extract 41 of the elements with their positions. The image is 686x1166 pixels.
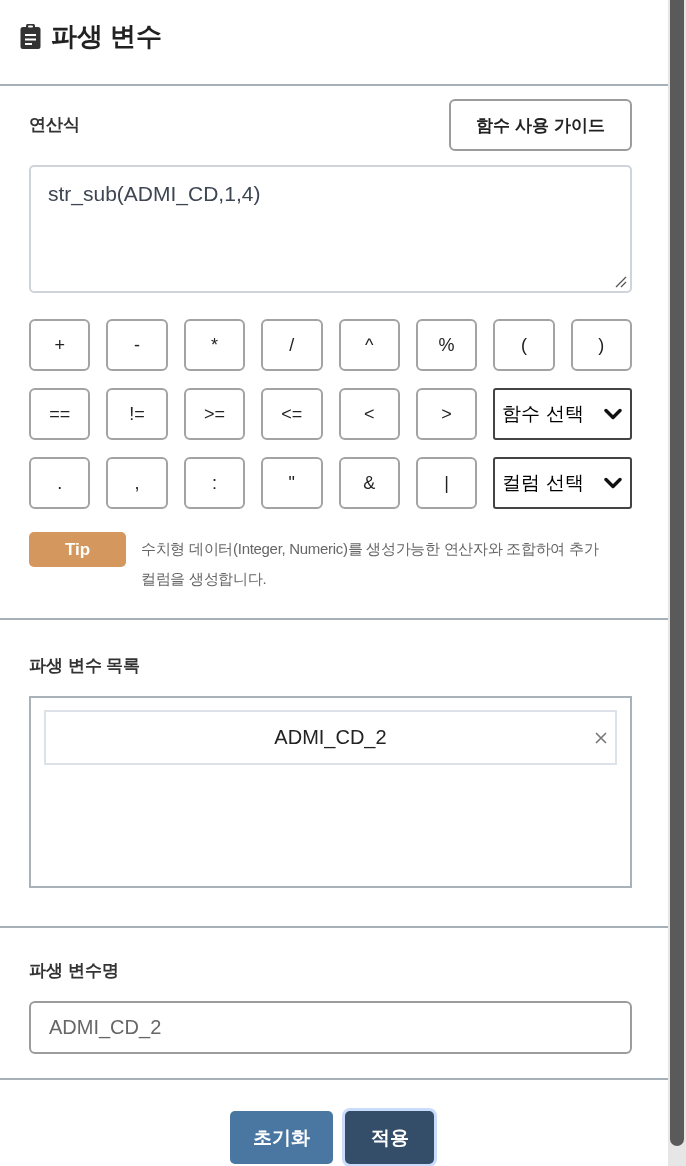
operator-key[interactable]: " (261, 457, 323, 509)
variable-name-input[interactable]: ADMI_CD_2 (29, 1001, 632, 1054)
tip-badge: Tip (29, 532, 126, 567)
operator-key[interactable]: : (183, 457, 246, 509)
tip-text: 수치형 데이터(Integer, Numeric)를 생성가능한 연산자와 조합하여 추가 컬럼을 생성합니다. (141, 539, 600, 589)
resize-grip-icon[interactable] (615, 276, 627, 288)
operator-key[interactable]: < (338, 388, 400, 440)
operator-key[interactable]: & (338, 457, 400, 509)
operator-key[interactable]: + (29, 319, 91, 371)
dropdown-select[interactable]: 컬럼 선택 (493, 457, 632, 509)
operator-key[interactable]: >= (183, 388, 246, 440)
variable-name: ADMI_CD_2 (274, 726, 387, 749)
expression-label: 연산식 (29, 114, 80, 136)
panel-title: 파생 변수 (51, 20, 163, 52)
expression-field[interactable]: str_sub(ADMI_CD,1,4) (29, 165, 632, 293)
operator-key[interactable]: / (261, 319, 323, 371)
operator-key[interactable]: . (29, 457, 91, 509)
derived-variable-item[interactable]: ADMI_CD_2 (44, 710, 617, 765)
operator-key[interactable]: == (29, 388, 91, 440)
operator-key[interactable]: * (183, 319, 246, 371)
operator-key[interactable]: ) (570, 319, 632, 371)
operator-key[interactable]: | (415, 457, 478, 509)
variable-name-label: 파생 변수명 (29, 960, 119, 982)
operator-key[interactable]: != (106, 388, 168, 440)
footer-button[interactable]: 적용 (345, 1111, 434, 1164)
operator-key[interactable]: ( (493, 319, 555, 371)
operator-key[interactable]: - (106, 319, 168, 371)
operator-key[interactable]: , (106, 457, 168, 509)
clipboard-icon (20, 24, 41, 49)
derived-list-label: 파생 변수 목록 (29, 655, 141, 677)
dropdown-select[interactable]: 함수 선택 (493, 388, 632, 440)
operator-key[interactable]: > (415, 388, 478, 440)
function-guide-button[interactable]: 함수 사용 가이드 (449, 99, 632, 151)
footer-button[interactable]: 초기화 (230, 1111, 333, 1164)
operator-key[interactable]: % (415, 319, 478, 371)
operator-key[interactable]: <= (261, 388, 323, 440)
chevron-down-icon (604, 408, 622, 420)
close-icon[interactable] (595, 732, 607, 744)
scrollbar-thumb[interactable] (670, 0, 684, 1146)
chevron-down-icon (604, 477, 622, 489)
operator-key[interactable]: ^ (338, 319, 400, 371)
